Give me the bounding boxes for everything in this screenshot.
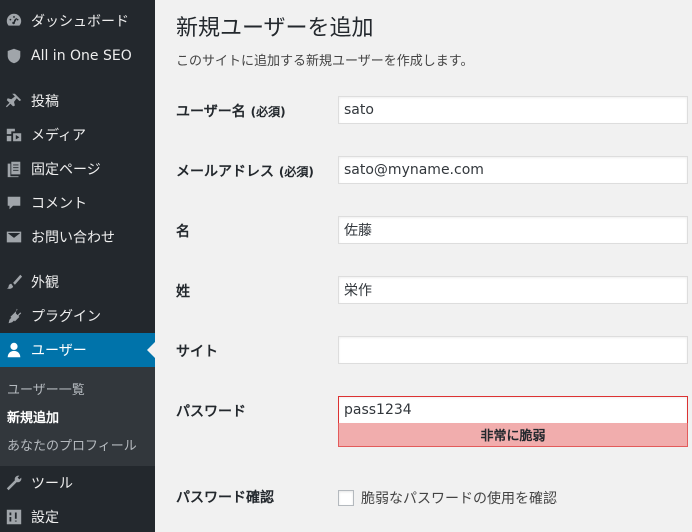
required-marker: (必須)	[250, 105, 286, 119]
sidebar-item-appearance[interactable]: 外観	[0, 265, 155, 299]
sidebar-item-label: コメント	[31, 196, 87, 212]
dashboard-icon	[5, 12, 23, 30]
password-label: パスワード	[176, 404, 246, 420]
sidebar-item-plugins[interactable]: プラグイン	[0, 299, 155, 333]
sidebar-item-comments[interactable]: コメント	[0, 186, 155, 220]
submenu-item-all-users[interactable]: ユーザー一覧	[7, 379, 85, 398]
last-name-label: 姓	[176, 284, 190, 300]
website-input[interactable]	[338, 336, 688, 364]
sidebar-item-tools[interactable]: ツール	[0, 466, 155, 500]
sidebar-item-all-in-one-seo[interactable]: All in One SEO	[0, 39, 155, 73]
sidebar-item-label: ツール	[31, 476, 73, 492]
sidebar-item-label: All in One SEO	[31, 48, 132, 64]
sidebar-item-label: 設定	[31, 510, 59, 526]
shield-icon	[5, 47, 23, 65]
username-label: ユーザー名 (必須)	[176, 104, 286, 120]
sidebar-item-label: メディア	[31, 128, 87, 144]
submenu-item-your-profile[interactable]: あなたのプロフィール	[7, 435, 137, 454]
admin-sidebar: ダッシュボード All in One SEO 投稿 メディア 固定ページ コメン…	[0, 0, 155, 532]
paintbrush-icon	[5, 273, 23, 291]
sidebar-item-label: プラグイン	[31, 309, 101, 325]
password-strength-indicator: 非常に脆弱	[338, 423, 688, 447]
sidebar-item-users[interactable]: ユーザー	[0, 333, 155, 367]
media-icon	[5, 126, 23, 144]
comment-icon	[5, 194, 23, 212]
sidebar-item-contact[interactable]: お問い合わせ	[0, 220, 155, 254]
sidebar-item-label: 外観	[31, 275, 59, 291]
username-input[interactable]	[338, 96, 688, 124]
website-label: サイト	[176, 344, 218, 360]
sidebar-item-posts[interactable]: 投稿	[0, 84, 155, 118]
weak-password-checkbox-label[interactable]: 脆弱なパスワードの使用を確認	[361, 488, 557, 508]
submenu-item-add-new[interactable]: 新規追加	[7, 407, 59, 426]
settings-icon	[5, 508, 23, 526]
email-label: メールアドレス (必須)	[176, 164, 314, 180]
weak-password-checkbox[interactable]	[338, 490, 354, 506]
sidebar-item-dashboard[interactable]: ダッシュボード	[0, 4, 155, 38]
sidebar-item-pages[interactable]: 固定ページ	[0, 152, 155, 186]
required-marker: (必須)	[278, 165, 314, 179]
first-name-label: 名	[176, 224, 190, 240]
mail-icon	[5, 228, 23, 246]
email-input[interactable]	[338, 156, 688, 184]
user-icon	[5, 341, 23, 359]
sidebar-item-label: ダッシュボード	[31, 14, 129, 30]
sidebar-item-label: 投稿	[31, 94, 59, 110]
weak-password-confirm: 脆弱なパスワードの使用を確認	[338, 488, 557, 508]
page-description: このサイトに追加する新規ユーザーを作成します。	[176, 54, 474, 69]
password-confirm-label: パスワード確認	[176, 490, 274, 506]
password-input[interactable]	[338, 396, 688, 424]
pushpin-icon	[5, 92, 23, 110]
sidebar-item-settings[interactable]: 設定	[0, 500, 155, 532]
sidebar-item-label: 固定ページ	[31, 162, 101, 178]
wrench-icon	[5, 474, 23, 492]
page-title: 新規ユーザーを追加	[176, 16, 374, 41]
users-submenu: ユーザー一覧 新規追加 あなたのプロフィール	[0, 367, 155, 466]
plugin-icon	[5, 307, 23, 325]
first-name-input[interactable]	[338, 216, 688, 244]
last-name-input[interactable]	[338, 276, 688, 304]
pages-icon	[5, 160, 23, 178]
sidebar-item-media[interactable]: メディア	[0, 118, 155, 152]
main-content: 新規ユーザーを追加 このサイトに追加する新規ユーザーを作成します。 ユーザー名 …	[155, 0, 692, 532]
sidebar-item-label: ユーザー	[31, 343, 87, 359]
sidebar-item-label: お問い合わせ	[31, 230, 115, 246]
